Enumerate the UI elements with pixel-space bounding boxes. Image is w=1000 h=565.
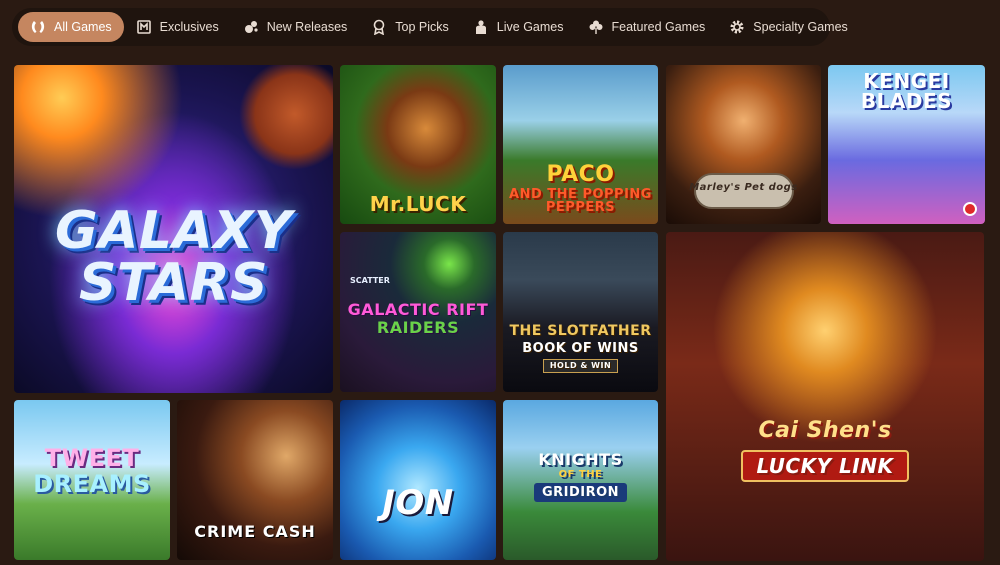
tab-exclusives[interactable]: Exclusives	[124, 12, 231, 42]
game-tile-tweet-dreams[interactable]: TWEET DREAMS	[14, 400, 170, 560]
game-tile-crime-cash[interactable]: CRIME CASH	[177, 400, 333, 560]
exclusive-icon	[136, 19, 152, 35]
game-title: KENGEI BLADES	[860, 69, 953, 113]
horseshoe-icon	[30, 19, 46, 35]
new-releases-icon	[243, 19, 259, 35]
game-tile-galaxy-stars[interactable]: GALAXY STARS	[14, 65, 333, 393]
gear-icon	[729, 19, 745, 35]
provider-logo	[963, 202, 977, 216]
category-nav: All Games Exclusives New Releases Top Pi…	[12, 8, 848, 46]
tab-label: Featured Games	[611, 20, 706, 34]
tab-new-releases[interactable]: New Releases	[231, 12, 360, 42]
tab-top-picks[interactable]: Top Picks	[359, 12, 461, 42]
game-title: TWEET DREAMS	[33, 444, 151, 498]
game-tile-mr-luck[interactable]: Mr.LUCK	[340, 65, 496, 224]
tab-featured-games[interactable]: Featured Games	[576, 12, 718, 42]
game-tile-cai-shens-lucky-link[interactable]: Cai Shen's LUCKY LINK	[666, 232, 984, 561]
award-icon	[371, 19, 387, 35]
game-title: THE SLOTFATHER BOOK OF WINS HOLD & WIN	[503, 324, 658, 373]
game-title: JON	[382, 483, 454, 523]
tab-label: All Games	[54, 20, 112, 34]
tab-label: Live Games	[496, 20, 564, 34]
tab-label: New Releases	[266, 20, 348, 34]
dealer-icon	[473, 19, 489, 35]
game-tile-knights-of-the-gridiron[interactable]: KNIGHTS OF THE GRIDIRON	[503, 400, 658, 560]
game-tile-jon[interactable]: JON	[340, 400, 496, 560]
tab-specialty-games[interactable]: Specialty Games	[717, 12, 859, 42]
scatter-badge: SCATTER	[350, 276, 390, 285]
game-title: CRIME CASH	[194, 522, 316, 541]
tab-label: Top Picks	[395, 20, 449, 34]
game-title: GALAXY STARS	[54, 201, 293, 313]
game-title: KNIGHTS OF THE GRIDIRON	[503, 452, 658, 502]
clover-icon	[588, 19, 604, 35]
tab-live-games[interactable]: Live Games	[461, 12, 576, 42]
game-tile-marleys-pet-dogs[interactable]: Marley's Pet dogs	[666, 65, 821, 224]
game-tile-paco[interactable]: PACO AND THE POPPING PEPPERS	[503, 65, 658, 224]
game-title: Marley's Pet dogs	[689, 182, 798, 193]
game-tile-galactic-rift-raiders[interactable]: SCATTER GALACTIC RIFT RAIDERS	[340, 232, 496, 392]
tab-label: Specialty Games	[753, 20, 848, 34]
tab-label: Exclusives	[159, 20, 219, 34]
game-title: Mr.LUCK	[369, 192, 467, 216]
game-tile-slotfather[interactable]: THE SLOTFATHER BOOK OF WINS HOLD & WIN	[503, 232, 658, 392]
game-tile-kengei-blades[interactable]: KENGEI BLADES	[828, 65, 985, 224]
game-title: GALACTIC RIFT RAIDERS	[347, 300, 489, 337]
tab-all-games[interactable]: All Games	[18, 12, 124, 42]
game-title: Cai Shen's LUCKY LINK	[666, 420, 984, 482]
game-title: PACO AND THE POPPING PEPPERS	[509, 162, 652, 215]
